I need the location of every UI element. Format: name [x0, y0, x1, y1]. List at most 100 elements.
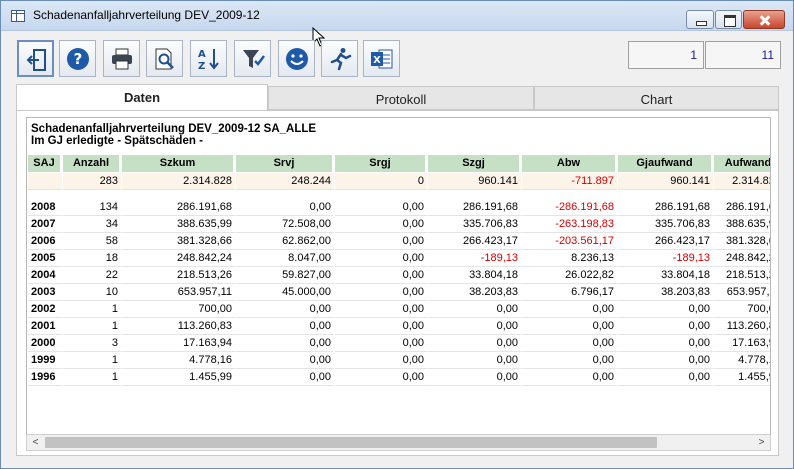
value-cell: 1.455,99: [714, 369, 770, 386]
value-cell: 0,00: [335, 318, 427, 335]
value-cell: 0,00: [335, 216, 427, 233]
scrollbar-thumb[interactable]: [45, 437, 657, 448]
print-preview-button[interactable]: [146, 40, 183, 77]
value-cell: 0,00: [522, 301, 617, 318]
value-cell: 266.423,17: [428, 233, 521, 250]
value-cell: 0,00: [428, 318, 521, 335]
value-cell: 134: [63, 199, 121, 216]
smiley-icon: [286, 48, 308, 70]
value-cell: 17.163,94: [122, 335, 235, 352]
horizontal-scrollbar[interactable]: < >: [26, 434, 771, 451]
value-cell: 248.842,24: [714, 250, 770, 267]
minimize-button[interactable]: [686, 10, 714, 29]
value-cell: 700,00: [714, 301, 770, 318]
value-cell: 335.706,83: [618, 216, 713, 233]
total-cell: 960.141: [428, 173, 521, 190]
window-title: Schadenanfalljahrverteilung DEV_2009-12: [33, 8, 260, 22]
year-cell: 2008: [28, 199, 62, 216]
value-cell: 17.163,94: [714, 335, 770, 352]
value-cell: 0,00: [428, 369, 521, 386]
value-cell: 0,00: [618, 301, 713, 318]
exit-button[interactable]: [17, 40, 54, 77]
year-cell: 2007: [28, 216, 62, 233]
app-window: Schadenanfalljahrverteilung DEV_2009-12 …: [0, 0, 794, 469]
column-header-szkum: Szkum: [122, 155, 235, 172]
sort-az-icon: A Z: [198, 49, 219, 71]
data-panel: Schadenanfalljahrverteilung DEV_2009-12 …: [16, 110, 779, 456]
value-cell: 286.191,68: [122, 199, 235, 216]
value-cell: 1: [63, 318, 121, 335]
value-cell: 0,00: [618, 335, 713, 352]
value-cell: 34: [63, 216, 121, 233]
year-cell: 2005: [28, 250, 62, 267]
report-subtitle: Im GJ erledigte - Spätschäden -: [31, 135, 203, 147]
excel-icon: X: [371, 49, 393, 69]
value-cell: 10: [63, 284, 121, 301]
column-header-srvj: Srvj: [236, 155, 334, 172]
value-cell: 6.796,17: [522, 284, 617, 301]
year-cell: 1996: [28, 369, 62, 386]
run-button[interactable]: [321, 40, 358, 77]
print-icon: [112, 48, 132, 70]
toolbar: ? A Z X 1 11: [1, 32, 793, 82]
value-cell: 113.260,83: [122, 318, 235, 335]
value-cell: 38.203,83: [428, 284, 521, 301]
value-cell: -203.561,17: [522, 233, 617, 250]
maximize-button[interactable]: [715, 10, 742, 29]
tab-daten[interactable]: Daten: [16, 84, 268, 111]
value-cell: 18: [63, 250, 121, 267]
total-cell: 0: [335, 173, 427, 190]
total-cell: [28, 173, 62, 190]
value-cell: 248.842,24: [122, 250, 235, 267]
value-cell: 0,00: [335, 199, 427, 216]
column-header-anzahl: Anzahl: [63, 155, 121, 172]
value-cell: -189,13: [618, 250, 713, 267]
value-cell: 653.957,11: [714, 284, 770, 301]
excel-export-button[interactable]: X: [363, 40, 400, 77]
value-cell: 335.706,83: [428, 216, 521, 233]
report-grid[interactable]: Schadenanfalljahrverteilung DEV_2009-12 …: [26, 117, 771, 435]
svg-text:X: X: [373, 55, 381, 66]
close-button[interactable]: [743, 10, 785, 29]
value-cell: 0,00: [236, 301, 334, 318]
print-button[interactable]: [103, 40, 140, 77]
filter-button[interactable]: [234, 40, 271, 77]
value-cell: 0,00: [335, 369, 427, 386]
value-cell: 286.191,68: [428, 199, 521, 216]
value-cell: 0,00: [335, 250, 427, 267]
scroll-left-arrow[interactable]: <: [27, 435, 44, 450]
scroll-right-arrow[interactable]: >: [753, 435, 770, 450]
total-cell: -711.897: [522, 173, 617, 190]
total-cell: 960.141: [618, 173, 713, 190]
value-cell: 381.328,66: [122, 233, 235, 250]
value-cell: 0,00: [236, 199, 334, 216]
total-cell: 2.314.828: [714, 173, 770, 190]
value-cell: 0,00: [618, 352, 713, 369]
year-cell: 2006: [28, 233, 62, 250]
value-cell: 0,00: [335, 267, 427, 284]
value-cell: 700,00: [122, 301, 235, 318]
exit-icon: [26, 49, 46, 71]
value-cell: 0,00: [522, 369, 617, 386]
value-cell: 0,00: [236, 352, 334, 369]
value-cell: 0,00: [335, 335, 427, 352]
year-cell: 2000: [28, 335, 62, 352]
smiley-button[interactable]: [278, 40, 315, 77]
value-cell: 0,00: [335, 301, 427, 318]
help-button[interactable]: ?: [59, 40, 96, 77]
value-cell: 8.236,13: [522, 250, 617, 267]
tab-protokoll[interactable]: Protokoll: [268, 86, 534, 110]
tab-chart[interactable]: Chart: [534, 86, 779, 110]
sort-button[interactable]: A Z: [190, 40, 227, 77]
value-cell: 0,00: [236, 369, 334, 386]
value-cell: 388.635,99: [714, 216, 770, 233]
title-bar[interactable]: Schadenanfalljahrverteilung DEV_2009-12: [1, 1, 793, 31]
year-cell: 2004: [28, 267, 62, 284]
value-cell: 0,00: [618, 369, 713, 386]
value-cell: 3: [63, 335, 121, 352]
value-cell: 0,00: [236, 335, 334, 352]
value-cell: 0,00: [335, 284, 427, 301]
value-cell: 4.778,16: [714, 352, 770, 369]
grid-app-icon: [11, 10, 25, 22]
current-page-counter: 1: [628, 41, 704, 69]
